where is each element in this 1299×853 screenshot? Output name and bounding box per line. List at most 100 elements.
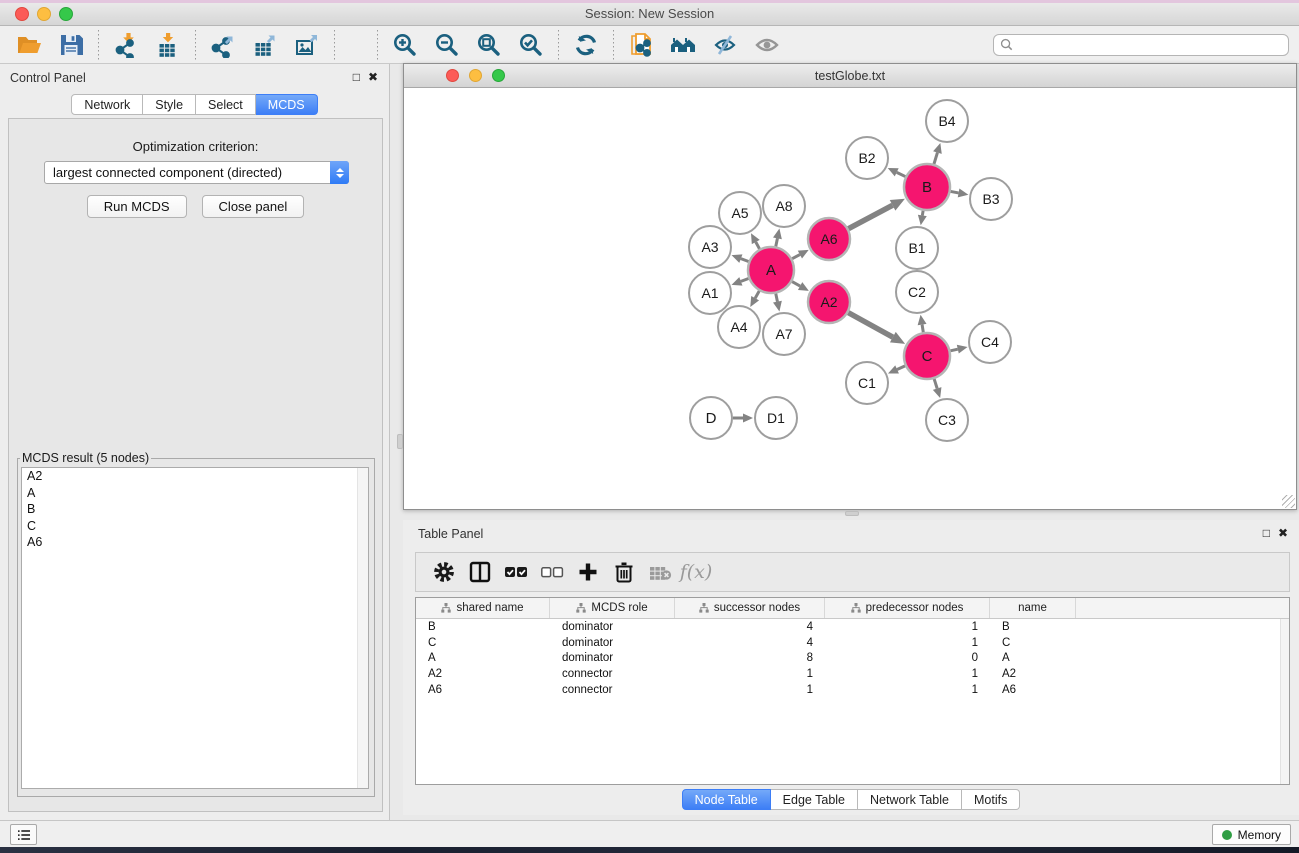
toolbar-separator <box>195 30 196 60</box>
export-network-button[interactable] <box>206 30 240 60</box>
cell-shared-name: A6 <box>416 684 550 696</box>
mcds-result-item[interactable]: C <box>22 518 368 535</box>
zoom-fit-button[interactable] <box>472 30 506 60</box>
mcds-result-item[interactable]: A <box>22 485 368 502</box>
mcds-tab-content: Optimization criterion: largest connecte… <box>8 118 383 812</box>
cell-predecessor-nodes: 0 <box>825 652 990 664</box>
table-row[interactable]: Cdominator41C <box>416 635 1289 651</box>
tab-network[interactable]: Network <box>71 94 143 115</box>
mcds-result-groupbox: MCDS result (5 nodes) A2ABCA6 <box>17 451 375 797</box>
close-panel-icon[interactable]: ✖ <box>368 70 378 84</box>
zoom-selected-icon <box>518 32 544 58</box>
zoom-in-icon <box>392 32 418 58</box>
toolbar-separator <box>558 30 559 60</box>
save-session-icon <box>58 32 84 58</box>
network-from-file-button[interactable] <box>624 30 658 60</box>
tab-mcds[interactable]: MCDS <box>256 94 318 115</box>
zoom-in-button[interactable] <box>388 30 422 60</box>
houses-button[interactable] <box>666 30 700 60</box>
zoom-out-button[interactable] <box>430 30 464 60</box>
network-graph: B4B2BB3A8A5A6A3B1AC2A1A2A4A7C4CC1DD1C3 <box>404 88 1296 509</box>
edge-arrowhead <box>957 345 968 354</box>
cell-name: A2 <box>990 668 1076 680</box>
column-header-successor-nodes[interactable]: successor nodes <box>675 598 825 618</box>
open-session-button[interactable] <box>12 30 46 60</box>
column-header-predecessor-nodes[interactable]: predecessor nodes <box>825 598 990 618</box>
tab-network-table[interactable]: Network Table <box>858 789 962 810</box>
mcds-result-list[interactable]: A2ABCA6 <box>21 467 369 789</box>
tab-node-table[interactable]: Node Table <box>682 789 771 810</box>
network-from-file-icon <box>628 32 654 58</box>
float-table-panel-icon[interactable]: □ <box>1263 526 1270 540</box>
delete-column-button[interactable] <box>606 556 642 588</box>
table-row[interactable]: A2connector11A2 <box>416 666 1289 682</box>
edge-B-B3 <box>951 191 959 192</box>
gear-icon <box>432 560 456 584</box>
column-header-shared-name[interactable]: shared name <box>416 598 550 618</box>
cell-predecessor-nodes: 1 <box>825 621 990 633</box>
hide-graphics-details-button[interactable] <box>708 30 742 60</box>
search-input[interactable] <box>1017 38 1282 52</box>
desktop-background-strip <box>0 847 1299 853</box>
table-row[interactable]: Bdominator41B <box>416 619 1289 635</box>
export-network-icon <box>210 32 236 58</box>
mcds-result-item[interactable]: A2 <box>22 468 368 485</box>
import-network-button[interactable] <box>109 30 143 60</box>
export-table-button[interactable] <box>248 30 282 60</box>
search-box[interactable] <box>993 34 1289 56</box>
window-resize-grip[interactable] <box>1282 495 1295 508</box>
node-label-B: B <box>922 179 932 196</box>
list-scrollbar[interactable] <box>357 468 368 788</box>
tab-select[interactable]: Select <box>196 94 256 115</box>
select-all-columns-button[interactable] <box>498 556 534 588</box>
mcds-result-item[interactable]: A6 <box>22 534 368 551</box>
table-panel: Table Panel □ ✖ f(x) shared name MCDS ro… <box>403 520 1299 815</box>
show-hide-panel-button[interactable] <box>750 30 784 60</box>
column-header-MCDS-role[interactable]: MCDS role <box>550 598 675 618</box>
table-row[interactable]: Adominator80A <box>416 651 1289 667</box>
criterion-select[interactable]: largest connected component (directed) <box>44 161 349 184</box>
export-image-button[interactable] <box>290 30 324 60</box>
float-panel-icon[interactable]: □ <box>353 70 360 84</box>
memory-button[interactable]: Memory <box>1212 824 1291 845</box>
cell-shared-name: A2 <box>416 668 550 680</box>
open-session-icon <box>16 32 42 58</box>
bottom-scrollbar-thumb[interactable] <box>845 511 859 516</box>
refresh-button[interactable] <box>569 30 603 60</box>
edge-arrowhead <box>773 229 782 240</box>
tab-style[interactable]: Style <box>143 94 196 115</box>
mcds-result-item[interactable]: B <box>22 501 368 518</box>
function-builder-button[interactable]: f(x) <box>678 556 714 588</box>
tab-motifs[interactable]: Motifs <box>962 789 1020 810</box>
edge-arrowhead <box>773 301 782 312</box>
import-table-button[interactable] <box>151 30 185 60</box>
tab-edge-table[interactable]: Edge Table <box>771 789 858 810</box>
table-scrollbar[interactable] <box>1280 619 1289 784</box>
column-layout-button[interactable] <box>462 556 498 588</box>
refresh-icon <box>573 32 599 58</box>
left-scrollbar-thumb[interactable] <box>397 434 403 449</box>
create-column-button[interactable] <box>570 556 606 588</box>
node-label-D: D <box>706 410 717 427</box>
mcds-result-legend: MCDS result (5 nodes) <box>20 451 151 465</box>
table-row[interactable]: A6connector11A6 <box>416 682 1289 698</box>
network-window-titlebar[interactable]: testGlobe.txt <box>404 64 1296 88</box>
control-panel-title: Control Panel <box>10 71 86 85</box>
cell-MCDS-role: dominator <box>550 621 675 633</box>
close-table-panel-icon[interactable]: ✖ <box>1278 526 1288 540</box>
run-mcds-button[interactable]: Run MCDS <box>87 195 187 218</box>
delete-table-button[interactable] <box>642 556 678 588</box>
edge-arrowhead <box>933 143 942 154</box>
save-session-button[interactable] <box>54 30 88 60</box>
cell-name: C <box>990 637 1076 649</box>
network-canvas[interactable]: B4B2BB3A8A5A6A3B1AC2A1A2A4A7C4CC1DD1C3 <box>404 88 1296 509</box>
deselect-all-columns-button[interactable] <box>534 556 570 588</box>
search-icon <box>1000 38 1013 51</box>
close-panel-button[interactable]: Close panel <box>202 195 305 218</box>
column-header-name[interactable]: name <box>990 598 1076 618</box>
edge-arrowhead <box>933 387 942 398</box>
table-settings-button[interactable] <box>426 556 462 588</box>
edge-A-A7 <box>776 294 778 302</box>
task-history-button[interactable] <box>10 824 37 845</box>
zoom-selected-button[interactable] <box>514 30 548 60</box>
